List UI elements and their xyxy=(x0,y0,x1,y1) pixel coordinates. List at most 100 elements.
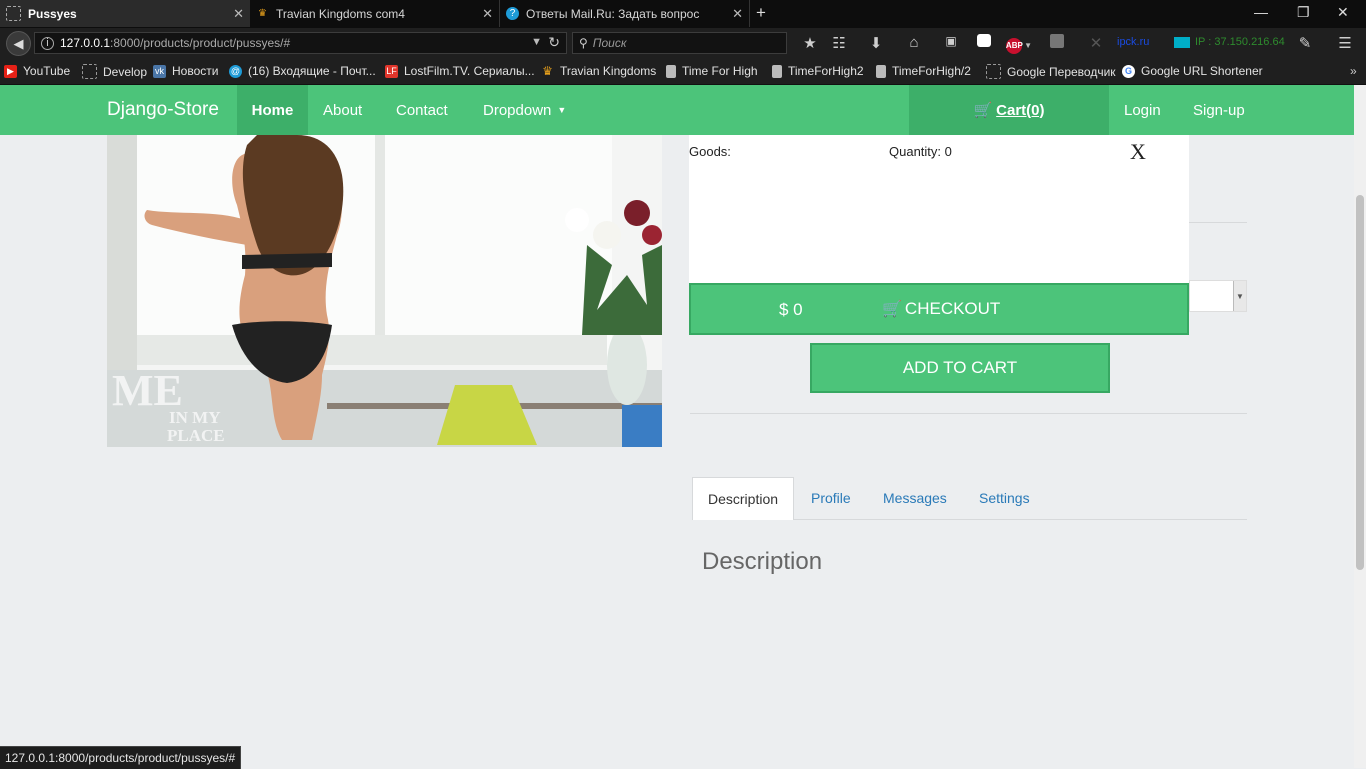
close-tab-icon[interactable]: ✕ xyxy=(482,6,493,22)
tab-title: Ответы Mail.Ru: Задать вопрос xyxy=(526,6,700,21)
folder-icon xyxy=(82,64,97,79)
youtube-icon: ▶ xyxy=(4,64,17,78)
close-cart-button[interactable]: X xyxy=(1130,139,1146,165)
nav-home[interactable]: Home xyxy=(237,85,308,135)
cart-button[interactable]: 🛒 Cart(0) xyxy=(909,85,1109,135)
bookmark-label: Develop xyxy=(103,64,148,79)
bookmark-label: TimeForHigh/2 xyxy=(892,64,971,78)
nav-dropdown[interactable]: Dropdown ▼ xyxy=(483,85,566,135)
bookmark-google-translate[interactable]: Google Переводчик xyxy=(986,64,1116,79)
crown-icon: ♛ xyxy=(258,8,267,19)
nav-about[interactable]: About xyxy=(323,85,362,135)
url-path: :8000/products/product/pussyes/# xyxy=(110,36,291,50)
mail-icon: @ xyxy=(229,64,242,78)
tab-title: Pussyes xyxy=(28,6,77,21)
product-image: ME IN MY PLACE xyxy=(107,135,662,447)
ip-address: IP : 37.150.216.64 xyxy=(1195,36,1285,48)
tab-content-heading: Description xyxy=(702,548,823,575)
page-icon xyxy=(772,64,782,78)
status-url: 127.0.0.1:8000/products/product/pussyes/… xyxy=(0,746,242,769)
tab-messages[interactable]: Messages xyxy=(883,477,947,519)
close-tab-icon[interactable]: ✕ xyxy=(732,6,743,22)
screenshot-icon[interactable]: ▣ xyxy=(941,34,961,48)
watermark-in-my: IN MY xyxy=(169,408,220,427)
disabled-extension-icon[interactable]: ✕ xyxy=(1086,34,1106,52)
extension-icon[interactable] xyxy=(1047,34,1067,52)
bookmark-youtube[interactable]: ▶ YouTube xyxy=(4,64,70,78)
divider xyxy=(1189,222,1247,223)
bookmark-label: Новости xyxy=(172,64,219,78)
question-icon: ? xyxy=(506,7,519,20)
search-box[interactable]: ⚲ Поиск xyxy=(572,32,787,54)
bookmark-star-icon[interactable]: ★ xyxy=(800,34,820,52)
checkout-bar: $ 0 🛒 CHECKOUT xyxy=(689,283,1189,335)
site-navbar: Django-Store Home About Contact Dropdown… xyxy=(0,85,1354,135)
reload-icon[interactable]: ↻ xyxy=(548,34,560,51)
crown-icon: ♛ xyxy=(542,64,553,78)
info-icon[interactable]: i xyxy=(41,36,54,50)
quantity-select[interactable]: ▼ xyxy=(1189,280,1247,312)
back-button[interactable]: ◀ xyxy=(6,31,31,56)
bookmark-timeforhigh2[interactable]: TimeForHigh2 xyxy=(772,64,864,78)
bookmark-label: Time For High xyxy=(682,64,758,78)
tab-travian[interactable]: ♛ Travian Kingdoms com4 ✕ xyxy=(250,0,500,27)
close-tab-icon[interactable]: ✕ xyxy=(233,6,244,22)
ipck-link[interactable]: ipck.ru xyxy=(1117,36,1149,48)
select-arrow-icon: ▼ xyxy=(1233,281,1246,311)
cart-icon: 🛒 xyxy=(882,301,902,318)
url-dropdown-icon[interactable]: ▼ xyxy=(531,36,542,48)
bookmarks-bar: ▶ YouTube Develop vk Новости @ (16) Входящи… xyxy=(0,59,1366,85)
home-icon[interactable]: ⌂ xyxy=(904,34,924,51)
vk-icon: vk xyxy=(153,64,166,78)
bookmark-develop[interactable]: Develop xyxy=(82,64,147,79)
bookmark-timeforhigh-slash2[interactable]: TimeForHigh/2 xyxy=(876,64,971,78)
bookmark-news[interactable]: vk Новости xyxy=(153,64,218,78)
bookmark-label: TimeForHigh2 xyxy=(788,64,864,78)
pocket-icon[interactable] xyxy=(974,34,994,51)
bookmark-timeforhigh[interactable]: Time For High xyxy=(666,64,758,78)
kazakhstan-flag-icon xyxy=(1174,37,1190,48)
bookmark-label: Google URL Shortener xyxy=(1141,64,1263,78)
tab-profile[interactable]: Profile xyxy=(811,477,851,519)
tab-mail-ru[interactable]: ? Ответы Mail.Ru: Задать вопрос ✕ xyxy=(500,0,750,27)
google-icon: G xyxy=(1122,64,1135,78)
add-to-cart-button[interactable]: ADD TO CART xyxy=(810,343,1110,393)
new-tab-button[interactable]: + xyxy=(756,3,766,23)
nav-contact[interactable]: Contact xyxy=(396,85,448,135)
page-icon xyxy=(666,64,676,78)
close-window-icon[interactable]: ✕ xyxy=(1337,4,1349,21)
bookmark-label: Google Переводчик xyxy=(1007,64,1116,79)
download-icon[interactable]: ⬇ xyxy=(866,34,886,52)
tab-pussyes[interactable]: Pussyes ✕ xyxy=(0,0,250,27)
bookmark-lostfilm[interactable]: LF LostFilm.TV. Сериалы... xyxy=(385,64,535,78)
checkout-label: CHECKOUT xyxy=(904,299,1001,318)
dropdown-label: Dropdown xyxy=(483,101,552,119)
bookmark-travian[interactable]: ♛ Travian Kingdoms xyxy=(541,64,656,78)
watermark-place: PLACE xyxy=(167,426,225,445)
tab-settings[interactable]: Settings xyxy=(979,477,1030,519)
tab-description[interactable]: Description xyxy=(692,477,795,520)
bookmarks-overflow-icon[interactable]: » xyxy=(1350,64,1357,78)
adblock-icon[interactable]: ABP ▼ xyxy=(1004,35,1034,54)
minimize-icon[interactable]: — xyxy=(1254,4,1268,20)
restore-icon[interactable]: ❐ xyxy=(1297,4,1310,21)
url-bar[interactable]: i 127.0.0.1:8000/products/product/pussye… xyxy=(34,32,567,54)
brand-logo[interactable]: Django-Store xyxy=(107,85,219,135)
bookmark-label: LostFilm.TV. Сериалы... xyxy=(404,64,535,78)
menu-icon[interactable]: ☰ xyxy=(1335,34,1355,52)
checkout-button[interactable]: 🛒 CHECKOUT xyxy=(882,299,1000,319)
nav-signup[interactable]: Sign-up xyxy=(1193,85,1245,135)
goods-label: Goods: xyxy=(689,144,731,159)
bookmark-mail[interactable]: @ (16) Входящие - Почт... xyxy=(229,64,376,78)
scrollbar-thumb[interactable] xyxy=(1356,195,1364,570)
nav-login[interactable]: Login xyxy=(1124,85,1161,135)
reading-list-icon[interactable]: ☷ xyxy=(829,34,849,52)
lostfilm-icon: LF xyxy=(385,64,398,78)
bookmark-google-url-shortener[interactable]: G Google URL Shortener xyxy=(1122,64,1263,78)
bookmark-label: Travian Kingdoms xyxy=(560,64,657,78)
pen-icon[interactable]: ✎ xyxy=(1295,34,1315,52)
bookmark-label: (16) Входящие - Почт... xyxy=(248,64,376,78)
divider xyxy=(690,413,1247,414)
page-icon xyxy=(876,64,886,78)
cart-icon: 🛒 xyxy=(973,102,993,119)
